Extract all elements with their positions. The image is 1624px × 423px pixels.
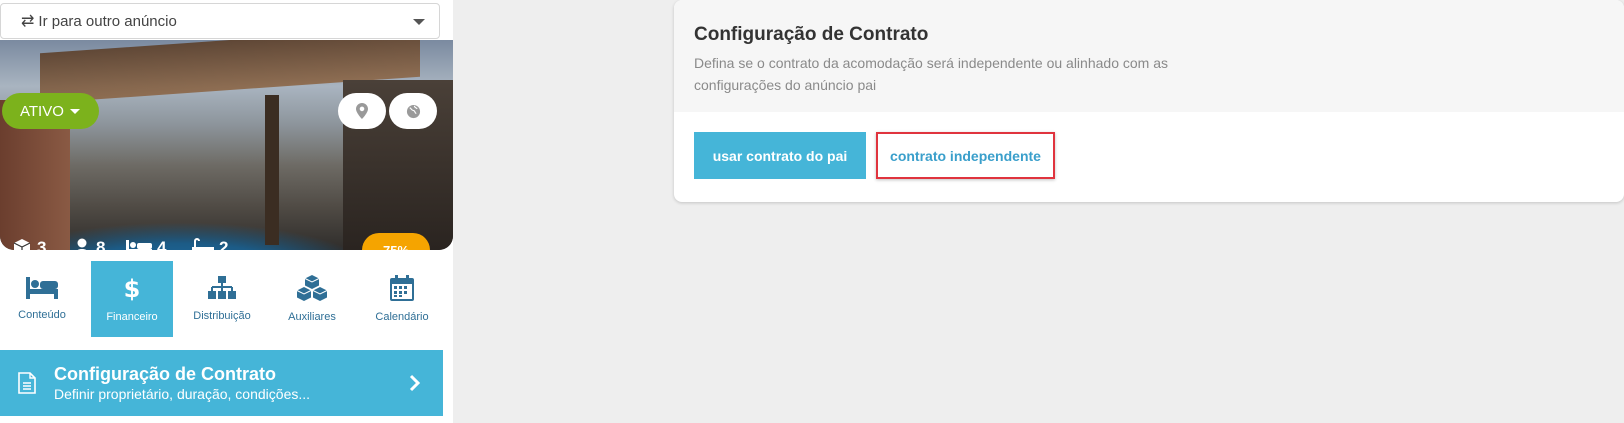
stat-beds: 4: [126, 238, 166, 250]
tab-financeiro[interactable]: $ Financeiro: [91, 261, 173, 337]
contract-config-text: Configuração de Contrato Definir proprie…: [54, 363, 310, 403]
cube-icon: [13, 239, 31, 250]
contract-config-subtitle: Definir proprietário, duração, condições…: [54, 386, 311, 402]
tab-conteudo[interactable]: Conteúdo: [1, 261, 83, 337]
bathtub-icon: [192, 238, 214, 250]
sidebar: ⇄ Ir para outro anúncio ATIVO 3 8 4 2 75…: [0, 0, 453, 423]
map-pin-button[interactable]: [338, 93, 386, 129]
stat-beds-value: 4: [157, 238, 167, 250]
swap-icon: ⇄: [21, 13, 35, 30]
completion-badge: 75%: [362, 233, 430, 250]
stat-baths-value: 2: [219, 238, 229, 250]
stat-baths: 2: [192, 238, 228, 250]
stat-guests-value: 8: [96, 238, 106, 250]
tab-distribuicao-label: Distribuição: [193, 310, 251, 322]
calendar-icon: [390, 275, 414, 301]
tab-auxiliares-label: Auxiliares: [288, 311, 336, 323]
photo-post: [265, 95, 279, 245]
use-parent-contract-button[interactable]: usar contrato do pai: [694, 132, 866, 179]
chevron-right-icon: [409, 374, 421, 392]
status-dropdown[interactable]: ATIVO: [2, 93, 99, 129]
bed-icon: [26, 277, 58, 299]
map-pin-icon: [356, 103, 368, 119]
panel-header: Configuração de Contrato Defina se o con…: [674, 0, 1624, 112]
svg-text:$: $: [124, 275, 141, 301]
caret-down-icon: [69, 108, 80, 114]
contract-config-title: Configuração de Contrato: [54, 364, 277, 384]
stat-guests: 8: [73, 238, 105, 250]
dollar-icon: $: [124, 275, 141, 301]
section-tabs: Conteúdo $ Financeiro Distribuição Auxil…: [0, 261, 453, 337]
sitemap-icon: [208, 276, 236, 299]
globe-icon: [406, 104, 420, 118]
stat-units-value: 3: [37, 238, 47, 250]
stat-units: 3: [12, 238, 46, 250]
cubes-icon: [296, 275, 328, 301]
person-icon: [77, 238, 87, 250]
goto-listing-label: Ir para outro anúncio: [38, 12, 177, 30]
contract-options: usar contrato do pai contrato independen…: [694, 132, 1055, 179]
contract-config-menu-item[interactable]: Configuração de Contrato Definir proprie…: [0, 350, 443, 416]
tab-calendario[interactable]: Calendário: [361, 261, 443, 337]
tab-auxiliares[interactable]: Auxiliares: [271, 261, 353, 337]
globe-button[interactable]: [389, 93, 437, 129]
caret-down-icon: [413, 19, 425, 25]
listing-photo: ATIVO 3 8 4 2 75%: [0, 40, 453, 250]
page-title: Configuração de Contrato: [694, 24, 929, 45]
tab-distribuicao[interactable]: Distribuição: [181, 261, 263, 337]
document-icon: [18, 372, 36, 394]
bed-icon: [126, 240, 152, 250]
independent-contract-button[interactable]: contrato independente: [876, 132, 1055, 179]
tab-conteudo-label: Conteúdo: [18, 309, 66, 321]
contract-config-panel: Configuração de Contrato Defina se o con…: [674, 0, 1624, 202]
status-label: ATIVO: [20, 102, 64, 120]
tab-financeiro-label: Financeiro: [106, 311, 158, 323]
page-description: Defina se o contrato da acomodação será …: [694, 55, 1168, 93]
tab-calendario-label: Calendário: [375, 311, 429, 323]
goto-listing-select[interactable]: ⇄ Ir para outro anúncio: [0, 3, 440, 39]
